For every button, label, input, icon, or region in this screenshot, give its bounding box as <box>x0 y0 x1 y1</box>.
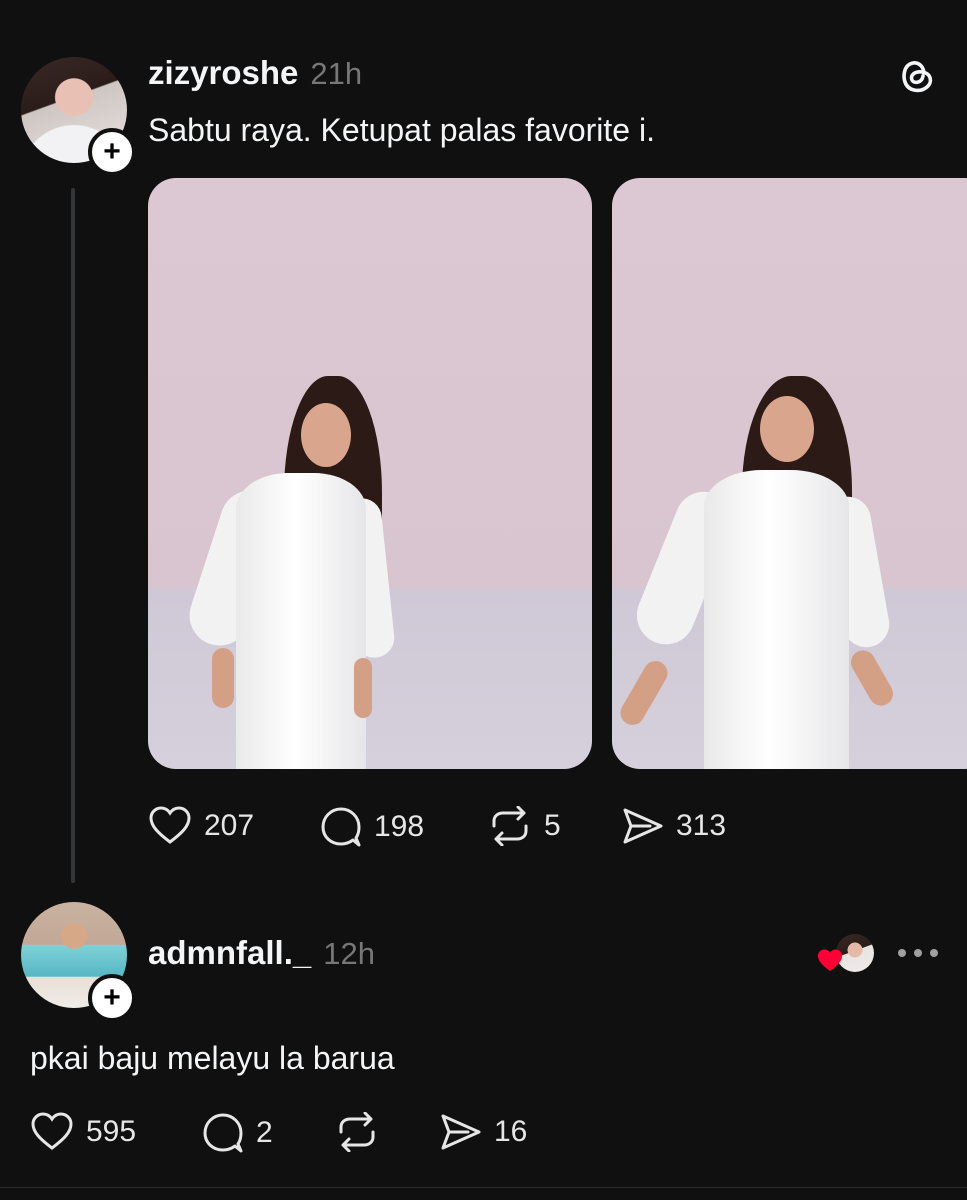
heart-icon <box>148 806 192 846</box>
more-options-button[interactable] <box>898 949 938 957</box>
photo-subject-face <box>301 403 351 467</box>
share-button[interactable]: 313 <box>622 806 726 846</box>
post-timestamp: 21h <box>310 56 363 91</box>
repost-button[interactable]: 5 <box>488 806 561 846</box>
photo-subject-arm <box>354 658 372 718</box>
photo-subject-arm <box>616 656 672 730</box>
reply-reply-button[interactable]: 2 <box>202 1112 273 1154</box>
plus-icon: + <box>103 981 121 1014</box>
threads-logo-icon[interactable] <box>896 54 936 96</box>
photo-subject-face <box>760 396 814 462</box>
reply-like-button[interactable]: 595 <box>30 1112 136 1152</box>
reply-text: pkai baju melayu la barua <box>30 1040 395 1076</box>
post-photo-1[interactable] <box>148 178 592 769</box>
more-dots-icon <box>930 949 938 957</box>
reply-reply-count: 2 <box>256 1116 273 1149</box>
liked-by-author-badge <box>816 934 876 974</box>
follow-reply-author-button[interactable]: + <box>88 974 136 1022</box>
reply-share-count: 16 <box>494 1115 528 1148</box>
send-icon <box>622 806 664 846</box>
repost-count: 5 <box>544 809 561 842</box>
photo-subject-dress <box>704 470 849 769</box>
post-header: zizyroshe 21h <box>148 54 362 92</box>
reply-share-button[interactable]: 16 <box>440 1112 527 1152</box>
thread-line <box>71 188 75 883</box>
reply-repost-button[interactable] <box>335 1112 379 1152</box>
comment-icon <box>320 806 362 848</box>
like-count: 207 <box>204 809 255 842</box>
heart-badge-icon <box>816 948 844 974</box>
photo-subject-arm <box>846 646 898 710</box>
heart-icon <box>30 1112 74 1152</box>
reply-username[interactable]: admnfall._ <box>148 934 311 972</box>
post-text: Sabtu raya. Ketupat palas favorite i. <box>148 112 655 148</box>
post-username[interactable]: zizyroshe <box>148 54 298 92</box>
repost-icon <box>335 1112 379 1152</box>
divider <box>0 1187 967 1188</box>
like-button[interactable]: 207 <box>148 806 254 846</box>
photo-subject-dress <box>236 473 366 769</box>
reply-button[interactable]: 198 <box>320 806 424 848</box>
post-photo-2[interactable] <box>612 178 967 769</box>
follow-author-button[interactable]: + <box>88 128 136 176</box>
reply-header: admnfall._ 12h <box>148 934 375 972</box>
reply-count: 198 <box>374 810 425 843</box>
send-icon <box>440 1112 482 1152</box>
reply-timestamp: 12h <box>323 936 375 971</box>
repost-icon <box>488 806 532 846</box>
plus-icon: + <box>103 135 121 168</box>
photo-subject-arm <box>212 648 234 708</box>
comment-icon <box>202 1112 244 1154</box>
reply-like-count: 595 <box>86 1115 137 1148</box>
more-dots-icon <box>914 949 922 957</box>
share-count: 313 <box>676 809 727 842</box>
more-dots-icon <box>898 949 906 957</box>
